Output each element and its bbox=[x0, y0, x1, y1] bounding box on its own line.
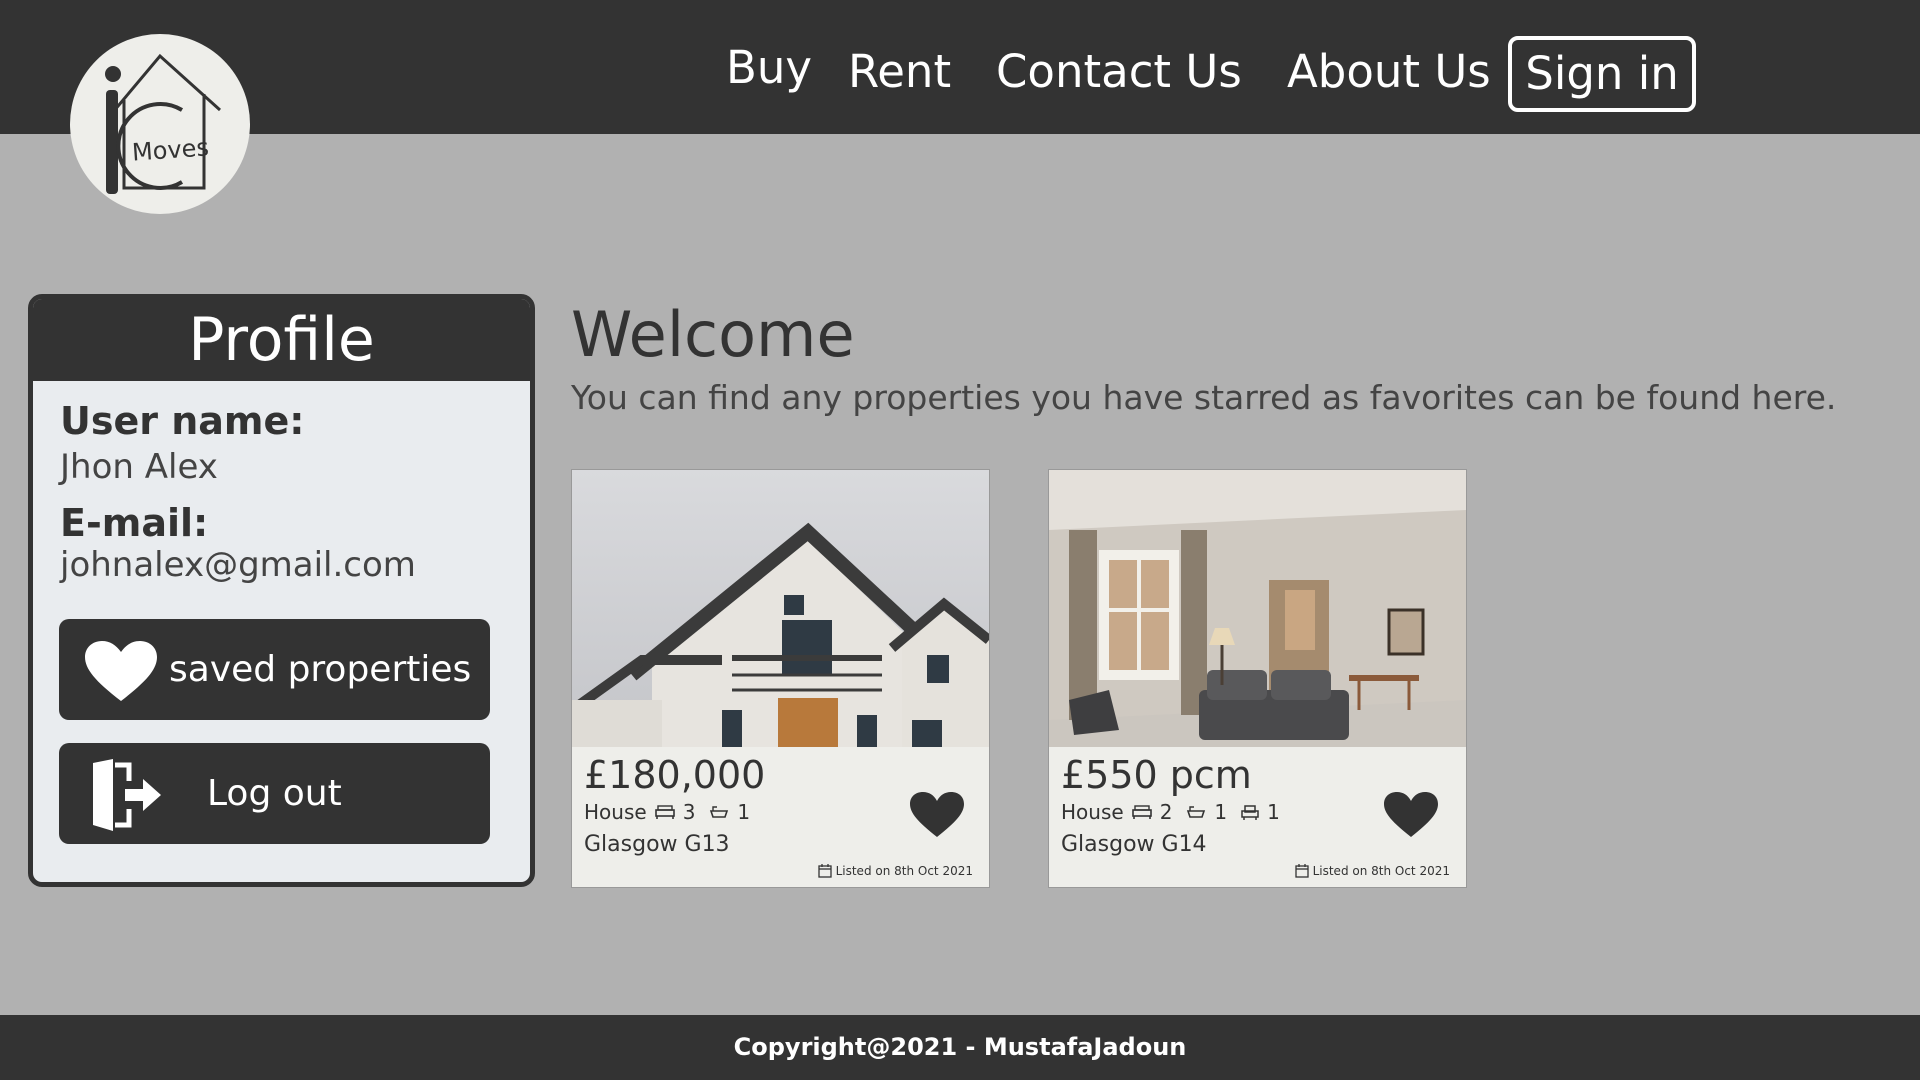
site-logo[interactable]: Moves bbox=[70, 34, 250, 214]
property-type: House bbox=[1061, 800, 1124, 824]
logout-label: Log out bbox=[207, 773, 342, 814]
email-value: johnalex@gmail.com bbox=[60, 545, 416, 585]
property-specs: House 2 1 1 bbox=[1061, 800, 1286, 824]
saved-properties-label: saved properties bbox=[169, 649, 472, 690]
email-label: E-mail: bbox=[60, 501, 209, 545]
property-card[interactable]: £180,000 House 3 1 Glasgow G13 Listed on… bbox=[571, 469, 990, 888]
bed-count: 2 bbox=[1159, 800, 1173, 824]
property-price: £550 pcm bbox=[1061, 753, 1252, 797]
calendar-icon bbox=[817, 864, 832, 878]
nav-about-link[interactable]: About Us bbox=[1287, 36, 1491, 108]
armchair-icon bbox=[1241, 805, 1259, 820]
favorite-heart-icon[interactable] bbox=[1384, 792, 1438, 838]
footer: Copyright@2021 - MustafaJadoun bbox=[0, 1015, 1920, 1080]
favorite-heart-icon[interactable] bbox=[910, 792, 964, 838]
nav-rent-link[interactable]: Rent bbox=[848, 36, 951, 108]
top-navbar: Buy Rent Contact Us About Us Sign in bbox=[0, 0, 1920, 134]
living-room-count: 1 bbox=[1267, 800, 1280, 824]
logo-text: Moves bbox=[131, 133, 210, 167]
property-location: Glasgow G14 bbox=[1061, 832, 1207, 857]
footer-copyright: Copyright@2021 - MustafaJadoun bbox=[733, 1033, 1187, 1061]
bath-icon bbox=[1187, 806, 1206, 818]
username-value: Jhon Alex bbox=[60, 447, 218, 487]
bath-count: 1 bbox=[1214, 800, 1228, 824]
property-specs: House 3 1 bbox=[584, 800, 756, 824]
listed-date: Listed on 8th Oct 2021 bbox=[817, 864, 973, 878]
calendar-icon bbox=[1294, 864, 1309, 878]
saved-properties-button[interactable]: saved properties bbox=[59, 619, 490, 720]
property-type: House bbox=[584, 800, 647, 824]
house-logo-icon bbox=[105, 53, 222, 194]
bath-icon bbox=[710, 806, 729, 818]
nav-contact-link[interactable]: Contact Us bbox=[996, 36, 1242, 108]
listed-date-text: Listed on 8th Oct 2021 bbox=[835, 864, 973, 878]
property-card[interactable]: £550 pcm House 2 1 1 Glasgow G14 Listed … bbox=[1048, 469, 1467, 888]
welcome-subtitle: You can find any properties you have sta… bbox=[571, 378, 1837, 417]
living-room-photo[interactable] bbox=[1049, 470, 1466, 747]
heart-icon bbox=[85, 641, 157, 701]
bed-icon bbox=[654, 805, 675, 819]
profile-title: Profile bbox=[33, 299, 530, 381]
profile-panel: Profile User name: Jhon Alex E-mail: joh… bbox=[28, 294, 535, 887]
logout-button[interactable]: Log out bbox=[59, 743, 490, 844]
sign-in-button[interactable]: Sign in bbox=[1508, 36, 1696, 112]
property-price: £180,000 bbox=[584, 753, 766, 797]
bath-count: 1 bbox=[737, 800, 751, 824]
nav-buy-link[interactable]: Buy bbox=[726, 32, 812, 104]
welcome-heading: Welcome bbox=[571, 298, 855, 371]
property-location: Glasgow G13 bbox=[584, 832, 730, 857]
username-label: User name: bbox=[60, 399, 305, 443]
logout-icon bbox=[93, 759, 161, 831]
bed-icon bbox=[1131, 805, 1152, 819]
house-exterior-photo[interactable] bbox=[572, 470, 989, 747]
listed-date-text: Listed on 8th Oct 2021 bbox=[1312, 864, 1450, 878]
listed-date: Listed on 8th Oct 2021 bbox=[1294, 864, 1450, 878]
bed-count: 3 bbox=[682, 800, 696, 824]
